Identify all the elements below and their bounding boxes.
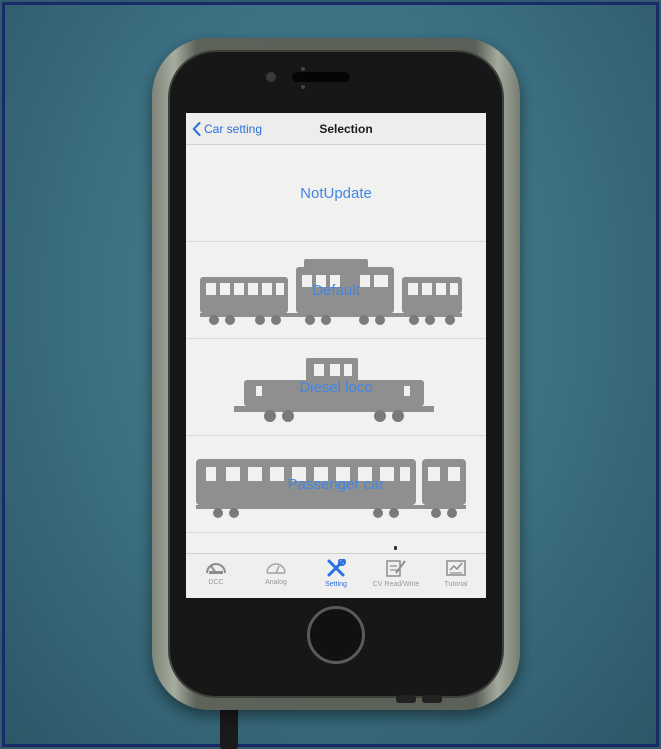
sensor-dots: [301, 58, 327, 89]
option-not-update[interactable]: NotUpdate: [186, 146, 486, 242]
option-label: Diesel loco: [299, 379, 373, 396]
tab-cv-read-write[interactable]: CV Read/Write: [366, 554, 426, 598]
tab-dcc[interactable]: DCC: [186, 554, 246, 598]
navigation-bar: Car setting Selection: [186, 113, 486, 145]
tutorial-icon: [446, 560, 466, 576]
dcc-gauge-icon: [206, 563, 226, 574]
option-label: NotUpdate: [300, 185, 372, 202]
tab-label: DCC: [208, 579, 224, 586]
option-diesel-loco[interactable]: Diesel loco: [186, 340, 486, 436]
home-button[interactable]: [307, 606, 365, 664]
tab-label: Tutorial: [444, 581, 468, 588]
tab-bar: DCC Analog Setting CV Read/Write Tutoria…: [186, 553, 486, 598]
bottom-ports: [396, 690, 476, 703]
tab-label: Analog: [265, 579, 287, 586]
option-label: Passenger car: [287, 476, 385, 493]
analog-gauge-icon: [266, 563, 286, 574]
app-screen: Car setting Selection NotUpdate Default …: [186, 113, 486, 598]
option-default[interactable]: Default: [186, 243, 486, 339]
option-label: Default: [312, 282, 360, 299]
settings-tools-icon: [327, 559, 346, 577]
tab-label: Setting: [325, 581, 347, 588]
tab-tutorial[interactable]: Tutorial: [426, 554, 486, 598]
tab-analog[interactable]: Analog: [246, 554, 306, 598]
option-passenger-car[interactable]: Passenger car: [186, 437, 486, 533]
cv-edit-icon: [386, 560, 406, 577]
tab-setting[interactable]: Setting: [306, 554, 366, 598]
front-camera: [266, 72, 276, 82]
earpiece-speaker: [292, 72, 350, 82]
dust-speck: [394, 546, 397, 550]
page-title: Selection: [319, 122, 373, 136]
tab-label: CV Read/Write: [372, 581, 420, 588]
